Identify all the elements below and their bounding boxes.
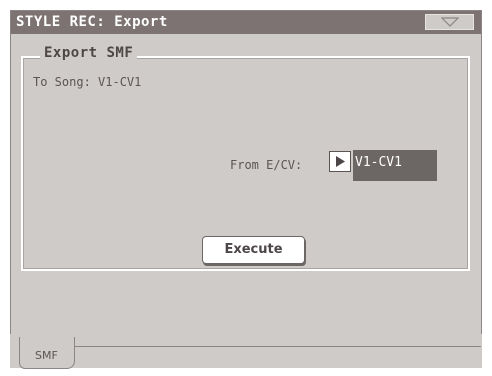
tab-label: SMF [35, 349, 58, 362]
page-menu-button[interactable] [425, 14, 474, 30]
triangle-down-icon [441, 17, 459, 27]
title-bar: STYLE REC: Export [11, 11, 481, 34]
to-song-label: To Song: V1-CV1 [33, 75, 142, 89]
execute-button[interactable]: Execute [202, 236, 305, 264]
tab-area [10, 334, 482, 368]
window-title: STYLE REC: Export [16, 14, 168, 30]
from-ecv-value-field[interactable]: V1-CV1 [353, 150, 437, 181]
play-icon [336, 156, 345, 167]
play-button[interactable] [329, 151, 351, 172]
tab-strip-divider [74, 346, 481, 347]
tab-smf[interactable]: SMF [19, 337, 75, 369]
from-ecv-label: From E/CV: [230, 158, 303, 172]
group-legend: Export SMF [40, 45, 138, 61]
